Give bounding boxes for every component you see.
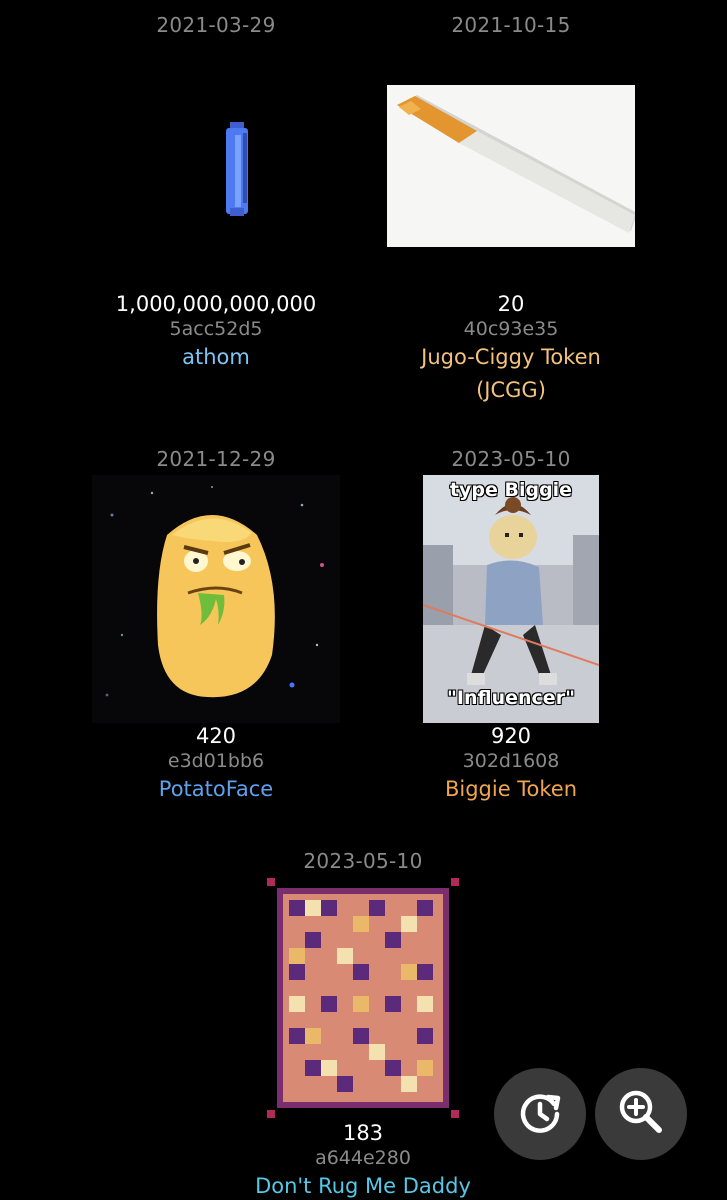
token-card-dont-rug-me-daddy[interactable]: 2023-05-10 183 a644e280 Don't Rug Me Dad… bbox=[213, 848, 513, 1200]
token-amount: 1,000,000,000,000 bbox=[115, 292, 317, 316]
token-date: 2021-03-29 bbox=[156, 13, 276, 37]
token-hash: 40c93e35 bbox=[463, 318, 559, 340]
token-gallery: 2021-03-29 1,000,000,000,000 5acc52d5 at… bbox=[0, 0, 727, 1200]
biggie-caption-top: type Biggie bbox=[449, 479, 573, 501]
zoom-in-icon bbox=[615, 1086, 667, 1142]
token-image-athom[interactable] bbox=[91, 43, 341, 291]
history-icon bbox=[514, 1086, 566, 1142]
history-button[interactable] bbox=[494, 1068, 586, 1160]
token-name-link[interactable]: Biggie Token bbox=[361, 773, 661, 806]
token-name-link[interactable]: PotatoFace bbox=[66, 773, 366, 806]
token-image-potatoface[interactable] bbox=[92, 475, 340, 723]
token-amount: 183 bbox=[342, 1121, 384, 1145]
token-hash: a644e280 bbox=[315, 1147, 411, 1169]
token-card-potatoface[interactable]: 2021-12-29 420 e3d01bb6 PotatoFace bbox=[66, 446, 366, 806]
token-name-link[interactable]: Don't Rug Me Daddy bbox=[213, 1170, 513, 1200]
token-image-cigarette[interactable] bbox=[387, 43, 635, 291]
token-amount: 920 bbox=[490, 724, 532, 748]
token-image-biggie[interactable]: type Biggie "Influencer" bbox=[423, 475, 599, 723]
token-date: 2021-10-15 bbox=[451, 13, 571, 37]
token-date: 2023-05-10 bbox=[303, 849, 423, 873]
token-name-link[interactable]: athom bbox=[66, 341, 366, 374]
token-card-biggie[interactable]: 2023-05-10 type Biggie "Influencer" 920 … bbox=[361, 446, 661, 806]
token-name-link[interactable]: Jugo-Ciggy Token (JCGG) bbox=[386, 341, 636, 407]
token-date: 2021-12-29 bbox=[156, 447, 276, 471]
zoom-in-button[interactable] bbox=[595, 1068, 687, 1160]
token-date: 2023-05-10 bbox=[451, 447, 571, 471]
biggie-caption-bottom: "Influencer" bbox=[447, 687, 575, 709]
token-hash: e3d01bb6 bbox=[167, 750, 265, 772]
token-image-romo[interactable] bbox=[265, 876, 461, 1120]
token-amount: 420 bbox=[195, 724, 237, 748]
token-amount: 20 bbox=[497, 292, 525, 316]
token-card-jugo-ciggy[interactable]: 2021-10-15 20 40c93e35 Jugo-Ciggy Token … bbox=[361, 12, 661, 407]
token-hash: 302d1608 bbox=[462, 750, 560, 772]
token-hash: 5acc52d5 bbox=[169, 318, 263, 340]
token-card-athom[interactable]: 2021-03-29 1,000,000,000,000 5acc52d5 at… bbox=[66, 12, 366, 374]
